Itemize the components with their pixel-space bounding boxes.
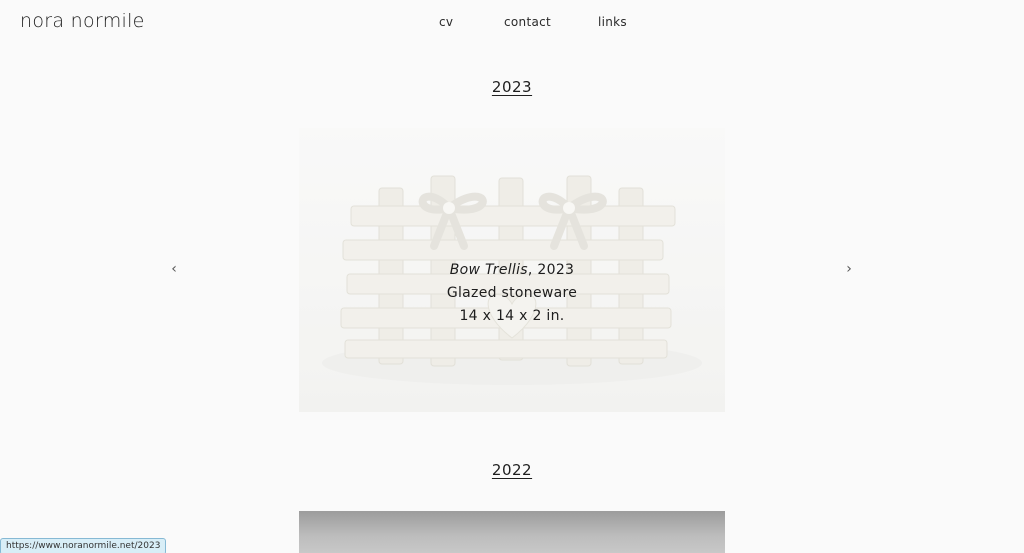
- artwork-caption: Bow Trellis, 2023 Glazed stoneware 14 x …: [299, 259, 725, 328]
- chevron-right-icon[interactable]: ›: [843, 261, 855, 277]
- caption-title: Bow Trellis: [449, 262, 528, 278]
- page: nora normile cv contact links 2023 ‹ › B…: [0, 0, 1024, 553]
- nav-item-cv[interactable]: cv: [439, 15, 453, 29]
- year-link-2022[interactable]: 2022: [492, 461, 532, 479]
- caption-dimensions: 14 x 14 x 2 in.: [459, 308, 565, 324]
- year-heading-2022: 2022: [0, 460, 1024, 479]
- nav-item-links[interactable]: links: [598, 15, 627, 29]
- caption-medium: Glazed stoneware: [446, 285, 578, 301]
- chevron-left-icon[interactable]: ‹: [168, 261, 180, 277]
- main-nav: cv contact links: [0, 15, 1024, 33]
- year-link-2023[interactable]: 2023: [492, 78, 532, 96]
- status-bar-url: https://www.noranormile.net/2023: [0, 538, 167, 553]
- site-header: nora normile cv contact links: [0, 0, 1024, 44]
- artwork-image-2022[interactable]: [299, 511, 725, 553]
- caption-year: , 2023: [527, 262, 575, 278]
- caption-title-line: Bow Trellis, 2023: [299, 259, 725, 282]
- nav-item-contact[interactable]: contact: [504, 15, 551, 29]
- year-heading-2023: 2023: [0, 77, 1024, 96]
